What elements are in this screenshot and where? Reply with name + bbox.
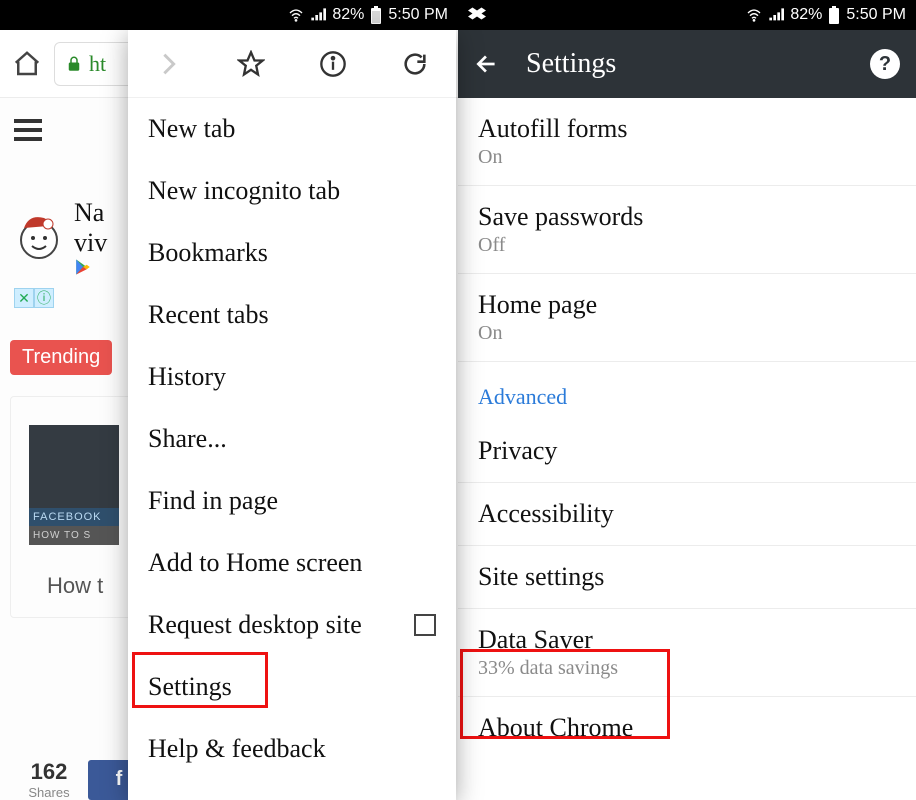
menu-bookmarks[interactable]: Bookmarks <box>128 222 456 284</box>
checkbox-icon[interactable] <box>414 614 436 636</box>
settings-section-advanced: Advanced <box>458 362 916 420</box>
status-bar-right: 82% 5:50 PM <box>458 0 916 30</box>
home-icon[interactable] <box>12 49 42 79</box>
info-icon[interactable] <box>319 50 347 78</box>
play-store-icon <box>74 258 92 276</box>
menu-new-tab[interactable]: New tab <box>128 98 456 160</box>
menu-icon-row <box>128 30 456 98</box>
menu-settings[interactable]: Settings <box>128 656 456 718</box>
ad-text-line2: viv <box>74 228 107 258</box>
clock-time: 5:50 PM <box>388 6 448 24</box>
menu-recent-tabs[interactable]: Recent tabs <box>128 284 456 346</box>
signal-icon <box>768 7 784 23</box>
thumb-row2: HOW TO S <box>29 526 119 545</box>
ad-choices[interactable]: ✕ ⓘ <box>14 288 54 308</box>
lock-icon <box>65 55 83 73</box>
share-count: 162 Shares <box>10 759 88 800</box>
signal-icon <box>310 7 326 23</box>
ad-block[interactable]: Na viv <box>14 198 107 276</box>
close-ad-icon[interactable]: ✕ <box>14 288 34 308</box>
url-text: ht <box>89 51 106 77</box>
trending-badge[interactable]: Trending <box>10 340 112 375</box>
share-label: Shares <box>10 785 88 800</box>
app-icon <box>14 212 64 262</box>
settings-about-chrome[interactable]: About Chrome <box>458 697 916 759</box>
settings-accessibility[interactable]: Accessibility <box>458 483 916 546</box>
thumb-row1: FACEBOOK <box>29 508 119 526</box>
wifi-icon <box>746 7 762 23</box>
menu-share[interactable]: Share... <box>128 408 456 470</box>
forward-icon[interactable] <box>155 50 183 78</box>
clock-time: 5:50 PM <box>846 6 906 24</box>
settings-home-page[interactable]: Home page On <box>458 274 916 362</box>
help-icon[interactable]: ? <box>870 49 900 79</box>
screenshot-right: 82% 5:50 PM Settings ? Autofill forms On… <box>458 0 916 800</box>
star-icon[interactable] <box>237 50 265 78</box>
info-ad-icon[interactable]: ⓘ <box>34 288 54 308</box>
menu-history[interactable]: History <box>128 346 456 408</box>
dropbox-icon <box>468 6 486 24</box>
share-number: 162 <box>10 759 88 785</box>
settings-list[interactable]: Autofill forms On Save passwords Off Hom… <box>458 98 916 800</box>
menu-request-desktop[interactable]: Request desktop site <box>128 594 456 656</box>
browser-overflow-menu: New tab New incognito tab Bookmarks Rece… <box>128 30 456 800</box>
battery-icon <box>828 6 840 24</box>
battery-icon <box>370 6 382 24</box>
battery-percent: 82% <box>790 6 822 24</box>
settings-data-saver[interactable]: Data Saver 33% data savings <box>458 609 916 697</box>
ad-text-line1: Na <box>74 198 107 228</box>
reload-icon[interactable] <box>401 50 429 78</box>
settings-privacy[interactable]: Privacy <box>458 420 916 483</box>
menu-help-feedback[interactable]: Help & feedback <box>128 718 456 780</box>
menu-add-to-home[interactable]: Add to Home screen <box>128 532 456 594</box>
settings-toolbar: Settings ? <box>458 30 916 98</box>
menu-find-in-page[interactable]: Find in page <box>128 470 456 532</box>
status-bar-left: 82% 5:50 PM <box>0 0 458 30</box>
wifi-icon <box>288 7 304 23</box>
back-arrow-icon[interactable] <box>474 51 500 77</box>
settings-autofill-forms[interactable]: Autofill forms On <box>458 98 916 186</box>
settings-site-settings[interactable]: Site settings <box>458 546 916 609</box>
battery-percent: 82% <box>332 6 364 24</box>
screenshot-left: 82% 5:50 PM ht <box>0 0 458 800</box>
article-thumbnail: FACEBOOK HOW TO S <box>29 425 119 545</box>
menu-new-incognito[interactable]: New incognito tab <box>128 160 456 222</box>
settings-save-passwords[interactable]: Save passwords Off <box>458 186 916 274</box>
settings-title: Settings <box>526 48 844 80</box>
